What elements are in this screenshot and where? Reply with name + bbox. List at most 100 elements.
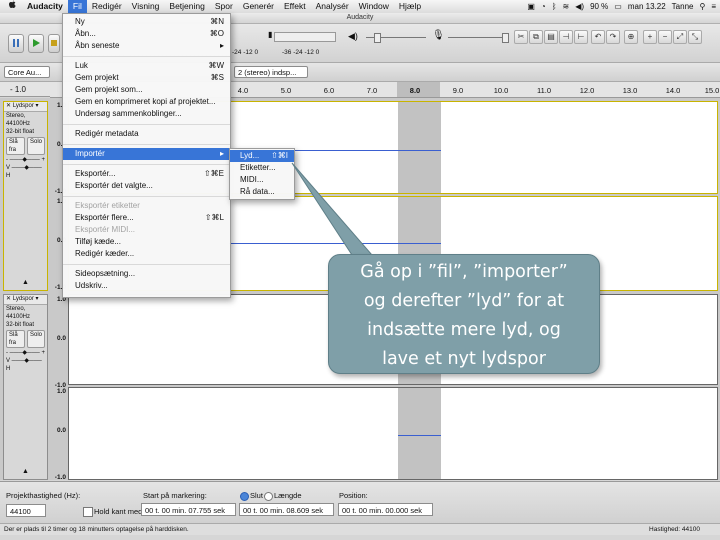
wifi-icon[interactable]: ≋ xyxy=(563,2,570,11)
battery-percent[interactable]: 90 % xyxy=(590,2,608,11)
menu-edit[interactable]: Redigér xyxy=(87,0,127,13)
selection-end-time[interactable]: 00 t. 00 min. 08.609 sek xyxy=(239,503,334,516)
stop-button[interactable] xyxy=(48,34,60,53)
end-radio[interactable] xyxy=(240,492,249,501)
audio-position-time[interactable]: 00 t. 00 min. 00.000 sek xyxy=(338,503,433,516)
menu-item-print[interactable]: Udskriv... xyxy=(63,280,230,292)
input-volume-thumb[interactable] xyxy=(502,33,509,43)
playback-meter[interactable] xyxy=(274,32,336,42)
volume-icon[interactable]: ◀) xyxy=(575,2,584,11)
menu-item-page-setup[interactable]: Sideopsætning... xyxy=(63,268,230,280)
time-machine-icon[interactable]: ◔ xyxy=(541,2,546,11)
fit-project-icon[interactable]: ⤡ xyxy=(688,30,702,44)
menu-tracks[interactable]: Spor xyxy=(210,0,238,13)
playback-meter-mic-icon[interactable]: ▮ xyxy=(268,30,272,39)
clock[interactable]: man 13.22 xyxy=(628,2,666,11)
collapse-icon[interactable]: ▲ xyxy=(22,279,29,286)
selection-toolbar: Projekthastighed (Hz): 44100 Hold kant m… xyxy=(0,481,720,524)
menu-item-save-compressed[interactable]: Gem en komprimeret kopi af projektet... xyxy=(63,96,230,108)
track-name-menu[interactable]: ✕ Lydspor ▾ xyxy=(4,295,47,305)
menu-item-import[interactable]: Importér ▸ xyxy=(63,148,230,160)
dropbox-icon[interactable]: ▣ xyxy=(527,2,535,11)
redo-icon[interactable]: ↷ xyxy=(606,30,620,44)
close-icon[interactable]: ✕ xyxy=(6,103,11,109)
menu-item-apply-chain[interactable]: Tilføj kæde... xyxy=(63,236,230,248)
gain-slider[interactable]: - ───◆─── + xyxy=(4,349,47,357)
track-control-panel[interactable]: ✕ Lydspor ▾ Stereo, 44100Hz 32-bit float… xyxy=(3,294,48,480)
pause-button[interactable] xyxy=(8,34,24,53)
menu-window[interactable]: Window xyxy=(354,0,394,13)
menu-item-open-recent[interactable]: Åbn seneste ▸ xyxy=(63,40,230,52)
menu-app-name[interactable]: Audacity xyxy=(22,0,68,13)
silence-button[interactable]: ⊢ xyxy=(574,30,588,44)
solo-button[interactable]: Solo xyxy=(26,330,45,348)
pan-slider[interactable]: V ───◆─── H xyxy=(4,357,47,373)
menu-separator xyxy=(63,264,230,265)
submenu-item-audio[interactable]: Lyd... ⇧⌘I xyxy=(230,150,294,162)
track-name-menu[interactable]: ✕ Lydspor ▾ xyxy=(4,102,47,112)
menu-item-save-project[interactable]: Gem projekt ⌘S xyxy=(63,72,230,84)
solo-button[interactable]: Solo xyxy=(26,137,45,155)
length-radio-label: Længde xyxy=(274,491,302,500)
track-control-panel[interactable]: ✕ Lydspor ▾ Stereo, 44100Hz 32-bit float… xyxy=(3,101,48,291)
menu-item-export-selection[interactable]: Eksportér det valgte... xyxy=(63,180,230,192)
status-bar: Der er plads til 2 timer og 18 minutters… xyxy=(0,523,720,535)
menu-file[interactable]: Fil xyxy=(67,0,87,13)
menu-help[interactable]: Hjælp xyxy=(394,0,426,13)
trim-button[interactable]: ⊣ xyxy=(559,30,573,44)
menu-view[interactable]: Visning xyxy=(127,0,165,13)
undo-icon[interactable]: ↶ xyxy=(591,30,605,44)
menu-item-save-project-as[interactable]: Gem projekt som... xyxy=(63,84,230,96)
copy-button[interactable]: ⧉ xyxy=(529,30,543,44)
menu-item-export-multiple[interactable]: Eksportér flere... ⇧⌘L xyxy=(63,212,230,224)
selection-start-time[interactable]: 00 t. 00 min. 07.755 sek xyxy=(141,503,236,516)
menu-effect[interactable]: Effekt xyxy=(279,0,311,13)
zoom-out-icon[interactable]: − xyxy=(658,30,672,44)
sync-lock-icon[interactable]: ⊕ xyxy=(624,30,638,44)
submenu-item-labels[interactable]: Etiketter... xyxy=(230,162,294,174)
menu-item-edit-chains[interactable]: Redigér kæder... xyxy=(63,248,230,260)
audio-host-select[interactable]: Core Au... xyxy=(4,66,50,78)
gain-slider[interactable]: - ───◆─── + xyxy=(4,156,47,164)
project-rate-select[interactable]: 44100 xyxy=(6,504,46,517)
menu-item-export[interactable]: Eksportér... ⇧⌘E xyxy=(63,168,230,180)
spotlight-icon[interactable]: ⚲ xyxy=(699,2,705,11)
submenu-item-raw-data[interactable]: Rå data... xyxy=(230,186,294,198)
waveform-channel-right[interactable] xyxy=(68,387,718,480)
bluetooth-icon[interactable]: ᛒ xyxy=(552,2,557,11)
track-format: Stereo, 44100Hz xyxy=(6,113,31,127)
output-volume-thumb[interactable] xyxy=(374,33,381,43)
battery-icon[interactable]: ▭ xyxy=(614,2,622,11)
cut-button[interactable]: ✂ xyxy=(514,30,528,44)
user-name[interactable]: Tanne xyxy=(672,2,694,11)
collapse-icon[interactable]: ▲ xyxy=(22,468,29,475)
submenu-item-midi[interactable]: MIDI... xyxy=(230,174,294,186)
menu-item-edit-metadata[interactable]: Redigér metadata xyxy=(63,128,230,140)
menu-item-close[interactable]: Luk ⌘W xyxy=(63,60,230,72)
mute-button[interactable]: Slå fra xyxy=(6,137,25,155)
menu-item-open[interactable]: Åbn... ⌘O xyxy=(63,28,230,40)
menu-item-new[interactable]: Ny ⌘N xyxy=(63,16,230,28)
input-volume-slider[interactable] xyxy=(448,37,508,38)
pan-slider[interactable]: V ───◆─── H xyxy=(4,164,47,180)
zoom-in-icon[interactable]: + xyxy=(643,30,657,44)
fit-selection-icon[interactable]: ⤢ xyxy=(673,30,687,44)
mute-button[interactable]: Slå fra xyxy=(6,330,25,348)
menu-item-check-dependencies[interactable]: Undersøg sammenkoblinger... xyxy=(63,108,230,120)
play-button[interactable] xyxy=(28,34,44,53)
selection-region[interactable] xyxy=(398,388,441,479)
snap-checkbox[interactable] xyxy=(83,507,93,517)
menu-generate[interactable]: Generér xyxy=(238,0,279,13)
apple-icon[interactable] xyxy=(0,0,22,13)
paste-button[interactable]: ▤ xyxy=(544,30,558,44)
channels-select[interactable]: 2 (stereo) indsp... xyxy=(234,66,308,78)
selection-region[interactable] xyxy=(398,102,441,193)
list-icon[interactable]: ≡ xyxy=(711,2,716,11)
menu-separator xyxy=(63,56,230,57)
file-menu-dropdown: Ny ⌘N Åbn... ⌘O Åbn seneste ▸ Luk ⌘W Gem pro… xyxy=(62,13,231,298)
menu-analyze[interactable]: Analysér xyxy=(311,0,354,13)
close-icon[interactable]: ✕ xyxy=(6,296,11,302)
speaker-icon: ◀) xyxy=(348,31,358,41)
menu-transport[interactable]: Betjening xyxy=(164,0,209,13)
length-radio[interactable] xyxy=(264,492,273,501)
